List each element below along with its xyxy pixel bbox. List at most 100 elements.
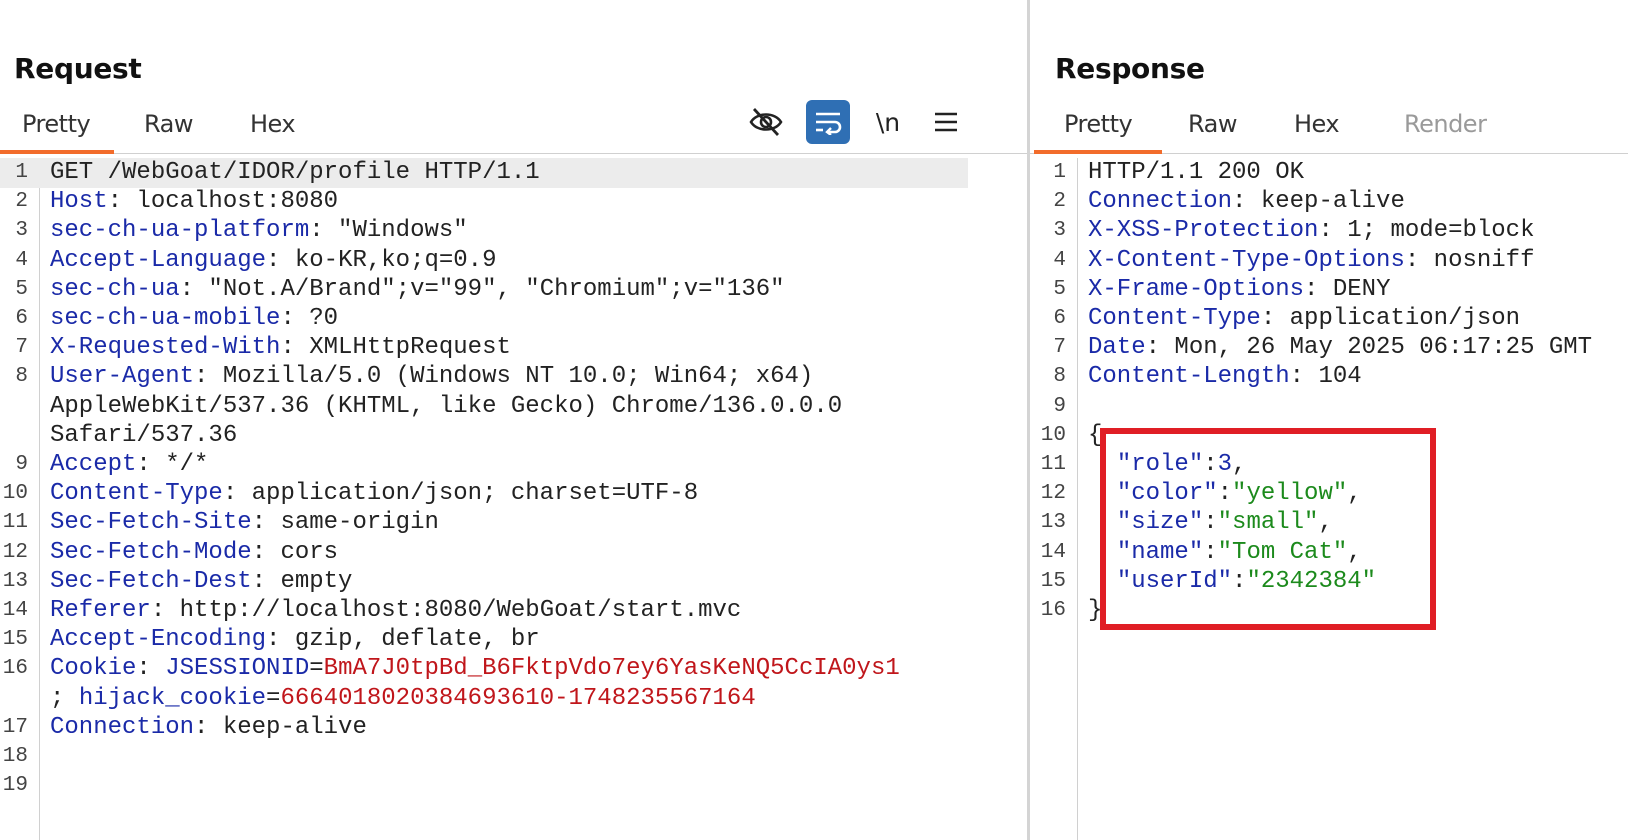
response-tab-render[interactable]: Render <box>1404 110 1487 138</box>
line-content: Sec-Fetch-Site: same-origin <box>50 508 439 538</box>
line-number: 9 <box>15 453 28 476</box>
header-name: User-Agent <box>50 363 195 391</box>
line-number: 18 <box>2 745 28 768</box>
line-number: 6 <box>1053 307 1066 330</box>
header-name: Accept-Language <box>50 246 267 274</box>
header-name: sec-ch-ua-mobile <box>50 305 281 332</box>
line-number: 4 <box>1053 248 1066 272</box>
response-tab-pretty[interactable]: Pretty <box>1064 110 1133 138</box>
header-value: keep-alive <box>208 713 367 741</box>
code-line: 10 Content-Type: application/json; charse… <box>0 479 1028 509</box>
line-content: Sec-Fetch-Dest: empty <box>50 567 352 597</box>
line-number: 9 <box>1053 394 1066 418</box>
code-line: 14 Referer: http://localhost:8080/WebGoat… <box>0 596 1028 626</box>
response-active-tab-indicator <box>1034 150 1162 154</box>
line-number: 3 <box>1053 219 1066 243</box>
response-tabbar: Pretty Raw Hex Render <box>1030 104 1628 154</box>
header-name: Referer <box>50 597 151 624</box>
line-number: 15 <box>2 628 28 652</box>
header-name: Sec-Fetch-Mode <box>50 538 252 566</box>
code-line: 3 X-XSS-Protection: 1; mode=block <box>1030 216 1628 246</box>
line-content: User-Agent: Mozilla/5.0 (Windows NT 10.0… <box>50 362 813 392</box>
line-number: 7 <box>1053 336 1066 360</box>
header-name: X-Frame-Options <box>1088 275 1305 303</box>
line-number: 10 <box>1040 423 1066 447</box>
request-editor[interactable]: 1 GET /WebGoat/IDOR/profile HTTP/1.1 2 Host… <box>0 158 1028 840</box>
code-line: 11 Sec-Fetch-Site: same-origin <box>0 508 1028 538</box>
header-colon: : <box>179 275 195 303</box>
eye-off-icon[interactable] <box>744 100 788 144</box>
header-value: */* <box>150 451 209 478</box>
header-colon: : <box>280 305 295 332</box>
line-content: sec-ch-ua: "Not.A/Brand";v="99", "Chromi… <box>50 275 785 305</box>
newline-icon[interactable]: \n <box>866 100 910 144</box>
request-tab-pretty[interactable]: Pretty <box>22 110 91 138</box>
line-number: 1 <box>1053 161 1066 184</box>
header-colon: : <box>136 451 151 478</box>
code-line: 12 Sec-Fetch-Mode: cors <box>0 538 1028 568</box>
response-tab-hex[interactable]: Hex <box>1294 110 1340 138</box>
menu-icon[interactable] <box>924 100 968 144</box>
header-colon: : <box>150 597 166 624</box>
code-line: 17 Connection: keep-alive <box>0 713 1028 743</box>
code-line: 19 <box>0 771 1028 801</box>
header-name: Cookie <box>50 655 137 683</box>
line-number: 15 <box>1040 569 1066 593</box>
code-line: 1 HTTP/1.1 200 OK <box>1030 158 1628 188</box>
line-number: 19 <box>2 774 28 798</box>
line-number: 2 <box>15 190 28 214</box>
code-line: ; hijack_cookie=6664018020384693610-1748… <box>0 684 1028 714</box>
header-name: Date <box>1088 334 1146 362</box>
request-tab-raw[interactable]: Raw <box>144 110 193 138</box>
header-name: Content-Length <box>1088 363 1290 391</box>
header-value: same-origin <box>266 509 439 537</box>
line-content: Safari/537.36 <box>50 421 237 451</box>
response-tab-raw[interactable]: Raw <box>1188 110 1237 138</box>
header-colon: : <box>1145 334 1161 362</box>
line-content: X-Content-Type-Options: nosniff <box>1088 246 1534 276</box>
code-line: 6 sec-ch-ua-mobile: ?0 <box>0 304 1028 334</box>
header-value: ko-KR,ko;q=0.9 <box>280 246 497 274</box>
code-line: 5 X-Frame-Options: DENY <box>1030 275 1628 305</box>
header-value: http://localhost:8080/WebGoat/start.mvc <box>165 597 742 624</box>
line-number: 17 <box>2 715 28 739</box>
header-colon: : <box>222 480 238 508</box>
header-name: Content-Type <box>50 480 223 508</box>
header-name: X-Content-Type-Options <box>1088 246 1405 274</box>
line-content: Accept-Encoding: gzip, deflate, br <box>50 625 540 655</box>
header-name: Connection <box>1088 188 1233 216</box>
line-content: sec-ch-ua-platform: "Windows" <box>50 216 468 246</box>
line-content: X-Requested-With: XMLHttpRequest <box>50 333 511 363</box>
line-number: 11 <box>1040 453 1066 476</box>
header-value: application/json; charset=UTF-8 <box>237 480 699 508</box>
code-line: 7 Date: Mon, 26 May 2025 06:17:25 GMT <box>1030 333 1628 363</box>
line-content: Date: Mon, 26 May 2025 06:17:25 GMT <box>1088 333 1592 363</box>
request-pane: Request Pretty Raw Hex \n 1 GET /WebGoat/… <box>0 0 1028 840</box>
line-number: 8 <box>1053 365 1066 389</box>
highlight-box <box>1100 428 1436 630</box>
header-colon: : <box>1289 363 1305 391</box>
header-name: Accept-Encoding <box>50 626 267 654</box>
line-number: 16 <box>2 657 28 681</box>
header-value: cors <box>266 538 339 566</box>
request-tab-hex[interactable]: Hex <box>250 110 296 138</box>
cookie-equals: = <box>309 655 324 683</box>
header-colon: : <box>194 363 209 391</box>
line-content: Cookie: JSESSIONID=BmA7J0tpBd_B6FktpVdo7… <box>50 654 900 684</box>
response-title: Response <box>1055 52 1205 85</box>
header-value: XMLHttpRequest <box>294 334 511 362</box>
line-content: AppleWebKit/537.36 (KHTML, like Gecko) C… <box>50 392 842 422</box>
line-number: 16 <box>1040 599 1066 622</box>
wrap-icon[interactable] <box>806 100 850 144</box>
line-content: Content-Type: application/json <box>1088 304 1520 334</box>
header-colon: : <box>251 567 267 595</box>
header-name: Connection <box>50 713 195 741</box>
header-name: sec-ch-ua-platform <box>50 217 310 245</box>
header-name: Sec-Fetch-Site <box>50 509 252 537</box>
line-content: Content-Length: 104 <box>1088 362 1362 392</box>
line-content: Referer: http://localhost:8080/WebGoat/s… <box>50 596 741 626</box>
code-line: 8 Content-Length: 104 <box>1030 362 1628 392</box>
code-line: Safari/537.36 <box>0 421 1028 451</box>
header-colon: : <box>136 655 151 683</box>
line-number: 13 <box>1040 511 1066 535</box>
